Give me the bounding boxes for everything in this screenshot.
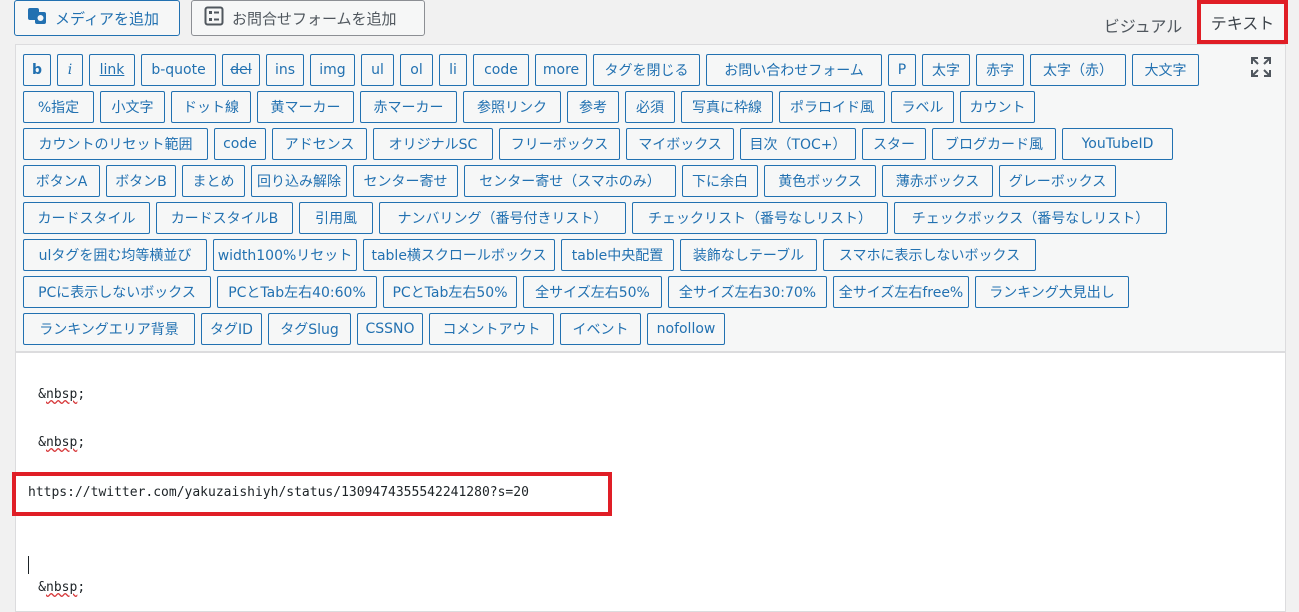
quicktag-button[interactable]: コメントアウト [429,313,554,345]
quicktag-button[interactable]: チェックボックス（番号なしリスト） [894,202,1167,234]
quicktag-button[interactable]: PCとTab左右40:60% [217,276,377,308]
quicktag-button[interactable]: タグSlug [268,313,351,345]
quicktag-button[interactable]: ポラロイド風 [779,91,885,123]
quicktag-button[interactable]: 黄色ボックス [764,165,876,197]
quicktag-button[interactable]: img [310,54,355,86]
quicktag-button[interactable]: 小文字 [100,91,165,123]
add-contact-form-button[interactable]: お問合せフォームを追加 [191,0,425,36]
quicktag-button[interactable]: 全サイズ左右free% [833,276,969,308]
quicktag-button[interactable]: 下に余白 [682,165,758,197]
quicktag-button[interactable]: width100%リセット [213,239,357,271]
quicktag-button[interactable]: ul [361,54,394,86]
quicktag-button[interactable]: CSSNO [357,313,423,345]
quicktag-button[interactable]: ボタンA [23,165,100,197]
quicktag-button[interactable]: ol [400,54,433,86]
quicktag-button[interactable]: 大文字 [1132,54,1199,86]
quicktag-button[interactable]: ランキング大見出し [975,276,1129,308]
quicktag-button[interactable]: 全サイズ左右50% [523,276,662,308]
text-caret [28,556,29,574]
quicktag-button[interactable]: ランキングエリア背景 [23,313,195,345]
quicktag-button[interactable]: 薄赤ボックス [882,165,993,197]
quicktag-button[interactable]: li [439,54,467,86]
add-contact-form-label: お問合せフォームを追加 [232,9,397,28]
quicktag-button[interactable]: more [535,54,587,86]
form-grid-icon [204,6,224,30]
spellcheck-word: nbsp [46,580,78,595]
quicktag-button[interactable]: b-quote [141,54,216,86]
quicktag-button[interactable]: YouTubeID [1062,128,1173,160]
spellcheck-word: nbsp [46,435,78,450]
quicktag-button[interactable]: センター寄せ [353,165,458,197]
quicktag-button[interactable]: カードスタイル [23,202,150,234]
url-highlight-box [12,472,612,516]
quicktag-button[interactable]: ulタグを囲む均等横並び [23,239,207,271]
quicktags-toolbar: b i link b-quote del ins img ul ol li code more タグを閉… [15,44,1286,352]
quicktag-button[interactable]: 参照リンク [463,91,561,123]
quicktag-button[interactable]: センター寄せ（スマホのみ） [464,165,676,197]
quicktag-button[interactable]: 装飾なしテーブル [680,239,817,271]
quicktag-button[interactable]: チェックリスト（番号なしリスト） [632,202,888,234]
quicktag-button[interactable]: 回り込み解除 [251,165,347,197]
quicktag-button[interactable]: カウントのリセット範囲 [23,128,208,160]
quicktag-button[interactable]: カウント [960,91,1035,123]
quicktag-button[interactable]: 赤字 [976,54,1024,86]
quicktag-button[interactable]: code [214,128,266,160]
quicktag-button[interactable]: タグを閉じる [593,54,700,86]
quicktag-button[interactable]: i [57,54,83,86]
quicktag-button[interactable]: グレーボックス [999,165,1116,197]
quicktag-button[interactable]: フリーボックス [499,128,620,160]
tab-visual[interactable]: ビジュアル [1090,8,1196,42]
quicktag-button[interactable]: マイボックス [626,128,734,160]
quicktag-button[interactable]: PCとTab左右50% [383,276,517,308]
tab-visual-label: ビジュアル [1103,17,1183,36]
quicktag-button[interactable]: 目次（TOC+） [740,128,856,160]
quicktag-button[interactable]: カードスタイルB [156,202,293,234]
quicktag-button[interactable]: code [473,54,529,86]
fullscreen-expand-icon[interactable] [1250,56,1272,78]
editor-line-2: &nbsp; [38,435,86,450]
quicktag-button[interactable]: table横スクロールボックス [363,239,555,271]
quicktag-button[interactable]: イベント [560,313,641,345]
media-camera-icon [27,7,47,29]
quicktag-button[interactable]: スマホに表示しないボックス [823,239,1036,271]
quicktag-button[interactable]: タグID [201,313,262,345]
quicktag-button[interactable]: 太字 [922,54,970,86]
quicktag-button[interactable]: まとめ [182,165,245,197]
quicktag-button[interactable]: オリジナルSC [373,128,493,160]
editor-line-1: &nbsp; [38,387,86,402]
quicktag-button[interactable]: 引用風 [299,202,373,234]
quicktag-button[interactable]: 参考 [567,91,619,123]
quicktag-button[interactable]: link [89,54,135,86]
tab-text-label: テキスト [1210,14,1275,33]
quicktag-button[interactable]: nofollow [647,313,725,345]
editor-line-4: &nbsp; [38,580,86,595]
quicktag-button[interactable]: table中央配置 [561,239,674,271]
quicktag-button[interactable]: スター [862,128,926,160]
quicktag-button[interactable]: お問い合わせフォーム [706,54,882,86]
quicktag-button[interactable]: 赤マーカー [360,91,457,123]
quicktag-button[interactable]: ナンバリング（番号付きリスト） [379,202,626,234]
spellcheck-word: nbsp [46,387,78,402]
add-media-label: メディアを追加 [55,9,159,28]
quicktag-button[interactable]: ブログカード風 [932,128,1056,160]
tab-text[interactable]: テキスト [1197,0,1288,44]
quicktag-button[interactable]: del [222,54,260,86]
quicktag-button[interactable]: アドセンス [272,128,367,160]
quicktag-button[interactable]: P [888,54,916,86]
quicktag-button[interactable]: 写真に枠線 [681,91,773,123]
quicktag-button[interactable]: 太字（赤） [1030,54,1126,86]
quicktag-button[interactable]: 必須 [625,91,675,123]
quicktag-button[interactable]: ins [266,54,304,86]
quicktag-button[interactable]: ボタンB [106,165,176,197]
quicktag-button[interactable]: 黄マーカー [257,91,354,123]
quicktag-button[interactable]: 全サイズ左右30:70% [668,276,827,308]
quicktag-button[interactable]: ドット線 [171,91,251,123]
add-media-button[interactable]: メディアを追加 [14,0,180,36]
quicktag-button[interactable]: %指定 [23,91,94,123]
quicktag-button[interactable]: ラベル [891,91,954,123]
quicktag-button[interactable]: b [23,54,51,86]
quicktag-button[interactable]: PCに表示しないボックス [23,276,211,308]
